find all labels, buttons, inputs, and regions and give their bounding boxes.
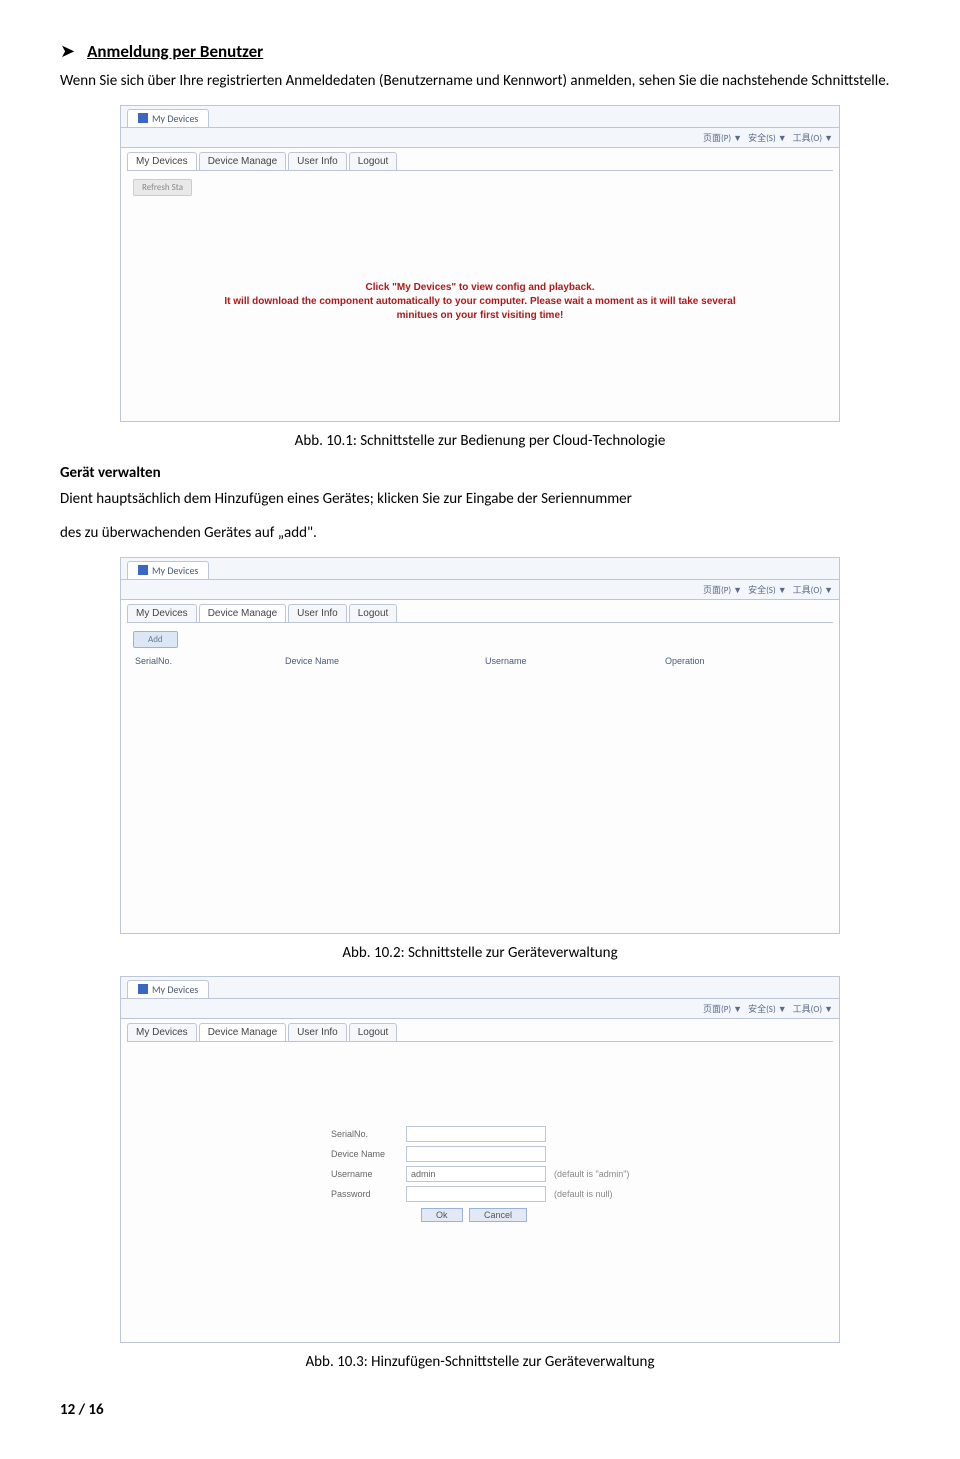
- app-nav-tabs: My Devices Device Manage User Info Logou…: [121, 148, 839, 170]
- tab-logout[interactable]: Logout: [349, 1023, 398, 1041]
- add-device-form: SerialNo. Device Name Username admin (de…: [331, 1122, 629, 1222]
- content-area: SerialNo. Device Name Username admin (de…: [121, 1042, 839, 1342]
- screenshot-my-devices: My Devices 页面(P) ▼ 安全(S) ▼ 工具(O) ▼ My De…: [120, 105, 840, 422]
- tab-my-devices[interactable]: My Devices: [127, 152, 197, 170]
- browser-tab-title: My Devices: [152, 564, 198, 577]
- paragraph-2a: Dient hauptsächlich dem Hinzufügen eines…: [60, 488, 900, 511]
- tab-logout[interactable]: Logout: [349, 604, 398, 622]
- ok-button[interactable]: Ok: [421, 1208, 463, 1222]
- cancel-button[interactable]: Cancel: [469, 1208, 527, 1222]
- toolbar-item[interactable]: 页面(P) ▼: [703, 1002, 742, 1015]
- label-pass: Password: [331, 1189, 406, 1199]
- tab-device-manage[interactable]: Device Manage: [199, 152, 286, 170]
- figure-caption-3: Abb. 10.3: Hinzufügen-Schnittstelle zur …: [60, 1353, 900, 1371]
- toolbar-item[interactable]: 页面(P) ▼: [703, 131, 742, 144]
- download-message: Click "My Devices" to view config and pl…: [211, 281, 749, 323]
- favicon-icon: [138, 113, 148, 123]
- table-header: SerialNo. Device Name Username Operation: [127, 654, 833, 668]
- content-area: Add SerialNo. Device Name Username Opera…: [121, 623, 839, 933]
- browser-toolbar: 页面(P) ▼ 安全(S) ▼ 工具(O) ▼: [121, 128, 839, 148]
- app-nav-tabs: My Devices Device Manage User Info Logou…: [121, 600, 839, 622]
- label-user: Username: [331, 1169, 406, 1179]
- toolbar-item[interactable]: 安全(S) ▼: [748, 1002, 787, 1015]
- tab-my-devices[interactable]: My Devices: [127, 604, 197, 622]
- paragraph-2b: des zu überwachenden Gerätes auf „add".: [60, 522, 900, 545]
- tab-logout[interactable]: Logout: [349, 152, 398, 170]
- col-serial: SerialNo.: [135, 656, 285, 666]
- figure-caption-2: Abb. 10.2: Schnittstelle zur Geräteverwa…: [60, 944, 900, 962]
- label-serial: SerialNo.: [331, 1129, 406, 1139]
- hint-pass: (default is null): [554, 1189, 613, 1199]
- row-user: Username admin (default is "admin"): [331, 1166, 629, 1182]
- browser-tab-title: My Devices: [152, 983, 198, 996]
- browser-tab[interactable]: My Devices: [127, 980, 209, 998]
- toolbar-item[interactable]: 工具(O) ▼: [793, 131, 833, 144]
- tab-user-info[interactable]: User Info: [288, 152, 347, 170]
- intro-paragraph: Wenn Sie sich über Ihre registrierten An…: [60, 70, 900, 93]
- hint-user: (default is "admin"): [554, 1169, 629, 1179]
- content-area: Refresh Sta Click "My Devices" to view c…: [121, 171, 839, 421]
- figure-caption-1: Abb. 10.1: Schnittstelle zur Bedienung p…: [60, 432, 900, 450]
- toolbar-item[interactable]: 工具(O) ▼: [793, 1002, 833, 1015]
- row-pass: Password (default is null): [331, 1186, 629, 1202]
- toolbar-item[interactable]: 页面(P) ▼: [703, 583, 742, 596]
- add-button[interactable]: Add: [133, 631, 178, 648]
- col-name: Device Name: [285, 656, 485, 666]
- tab-device-manage[interactable]: Device Manage: [199, 1023, 286, 1041]
- refresh-button[interactable]: Refresh Sta: [133, 179, 192, 196]
- screenshot-device-manage: My Devices 页面(P) ▼ 安全(S) ▼ 工具(O) ▼ My De…: [120, 557, 840, 934]
- screenshot-add-device: My Devices 页面(P) ▼ 安全(S) ▼ 工具(O) ▼ My De…: [120, 976, 840, 1343]
- input-user[interactable]: admin: [406, 1166, 546, 1182]
- browser-tab[interactable]: My Devices: [127, 109, 209, 127]
- browser-toolbar: 页面(P) ▼ 安全(S) ▼ 工具(O) ▼: [121, 580, 839, 600]
- bullet-arrow-icon: ➤: [60, 40, 75, 62]
- favicon-icon: [138, 984, 148, 994]
- form-buttons: Ok Cancel: [421, 1208, 629, 1222]
- toolbar-item[interactable]: 工具(O) ▼: [793, 583, 833, 596]
- input-name[interactable]: [406, 1146, 546, 1162]
- browser-toolbar: 页面(P) ▼ 安全(S) ▼ 工具(O) ▼: [121, 999, 839, 1019]
- input-serial[interactable]: [406, 1126, 546, 1142]
- col-user: Username: [485, 656, 665, 666]
- label-name: Device Name: [331, 1149, 406, 1159]
- favicon-icon: [138, 565, 148, 575]
- toolbar-item[interactable]: 安全(S) ▼: [748, 131, 787, 144]
- browser-tab[interactable]: My Devices: [127, 561, 209, 579]
- section-heading-row: ➤ Anmeldung per Benutzer: [60, 40, 900, 62]
- col-operation: Operation: [665, 656, 825, 666]
- browser-tabbar: My Devices: [121, 977, 839, 999]
- browser-tabbar: My Devices: [121, 106, 839, 128]
- browser-tab-title: My Devices: [152, 112, 198, 125]
- row-name: Device Name: [331, 1146, 629, 1162]
- row-serial: SerialNo.: [331, 1126, 629, 1142]
- tab-user-info[interactable]: User Info: [288, 1023, 347, 1041]
- subheading: Gerät verwalten: [60, 464, 900, 482]
- tab-user-info[interactable]: User Info: [288, 604, 347, 622]
- toolbar-item[interactable]: 安全(S) ▼: [748, 583, 787, 596]
- section-heading: Anmeldung per Benutzer: [87, 41, 263, 62]
- input-pass[interactable]: [406, 1186, 546, 1202]
- app-nav-tabs: My Devices Device Manage User Info Logou…: [121, 1019, 839, 1041]
- tab-my-devices[interactable]: My Devices: [127, 1023, 197, 1041]
- page-number: 12 / 16: [60, 1401, 900, 1419]
- browser-tabbar: My Devices: [121, 558, 839, 580]
- tab-device-manage[interactable]: Device Manage: [199, 604, 286, 622]
